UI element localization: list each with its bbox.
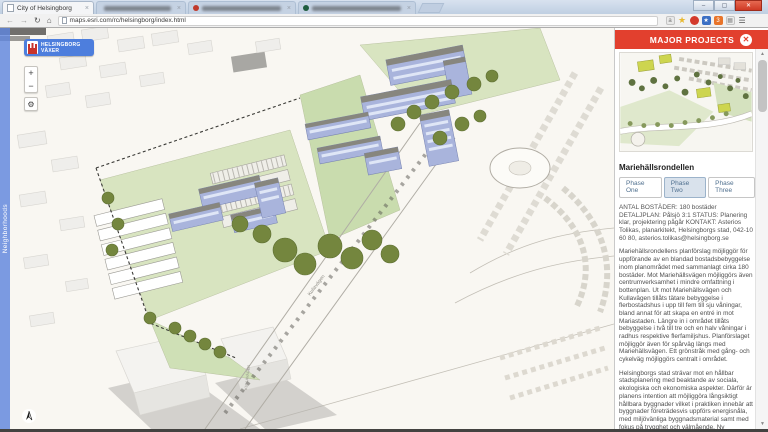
helsingborg-vaxer-logo[interactable]: HELSINGBORG VÄXER bbox=[24, 39, 94, 56]
blue-star-extension-icon[interactable]: ★ bbox=[701, 16, 711, 25]
project-info-text: ANTAL BOSTÄDER: 180 bostäder DETALJPLAN:… bbox=[619, 204, 753, 242]
page-icon bbox=[61, 17, 67, 24]
inactive-tab-2[interactable]: × bbox=[188, 1, 296, 14]
roundabout bbox=[489, 147, 551, 189]
panel-title: MAJOR PROJECTS bbox=[649, 34, 735, 45]
menu-icon[interactable]: ☰ bbox=[738, 16, 747, 25]
home-icon[interactable]: ⌂ bbox=[47, 16, 52, 25]
panel-scrollbar[interactable]: ▲ ▼ bbox=[755, 49, 768, 429]
orange-badge-extension-icon[interactable]: 3 bbox=[713, 16, 723, 25]
tab-close-icon[interactable]: × bbox=[287, 5, 291, 12]
major-projects-panel: MAJOR PROJECTS ✕ Mariehällsrondellen Pha… bbox=[614, 28, 768, 429]
tab-title: City of Helsingborg bbox=[17, 4, 72, 12]
scrollbar-thumb[interactable] bbox=[758, 60, 767, 112]
panel-body: Mariehällsrondellen Phase One Phase Two … bbox=[619, 49, 755, 429]
translate-extension-icon[interactable]: a bbox=[665, 16, 675, 25]
zoom-in-button[interactable]: + bbox=[24, 66, 38, 80]
scroll-up-icon[interactable]: ▲ bbox=[756, 51, 768, 57]
blurred-tab-text bbox=[202, 5, 281, 11]
scroll-down-icon[interactable]: ▼ bbox=[756, 421, 768, 427]
close-window-button[interactable]: ✕ bbox=[735, 0, 762, 11]
panel-close-icon[interactable]: ✕ bbox=[740, 33, 752, 46]
page-favicon bbox=[7, 4, 14, 12]
tab-phase-two[interactable]: Phase Two bbox=[663, 177, 707, 198]
red-circle-extension-icon[interactable] bbox=[689, 16, 699, 25]
project-render-thumbnail bbox=[619, 52, 753, 152]
neighborhoods-label: Neighborhoods bbox=[1, 203, 9, 254]
tab-city-of-helsingborg[interactable]: City of Helsingborg × bbox=[2, 1, 94, 14]
address-bar-row: ← → ↻ ⌂ maps.esri.com/rc/helsingborg/ind… bbox=[0, 14, 768, 28]
inactive-tab-3[interactable]: × bbox=[298, 1, 416, 14]
tab-close-icon[interactable]: × bbox=[177, 5, 181, 12]
sidebar-tab-neighborhoods[interactable]: Neighborhoods bbox=[0, 28, 10, 429]
maximize-button[interactable]: ▢ bbox=[714, 0, 735, 11]
blurred-tab-text bbox=[104, 5, 171, 11]
tab-close-icon[interactable]: × bbox=[407, 5, 411, 12]
forward-icon[interactable]: → bbox=[20, 16, 28, 25]
refresh-icon[interactable]: ↻ bbox=[34, 16, 41, 25]
window-controls: – ▢ ✕ bbox=[693, 0, 762, 11]
new-tab-button[interactable] bbox=[417, 3, 445, 13]
inactive-tab-1[interactable]: × bbox=[96, 1, 186, 14]
project-title: Mariehällsrondellen bbox=[619, 163, 695, 172]
project-paragraph-2: Helsingborgs stad strävar mot en hållbar… bbox=[619, 369, 753, 429]
compass-north-icon[interactable] bbox=[22, 409, 36, 423]
bookmark-star-icon[interactable]: ★ bbox=[678, 16, 687, 25]
tab-phase-three[interactable]: Phase Three bbox=[708, 177, 755, 198]
tab-phase-one[interactable]: Phase One bbox=[619, 177, 662, 198]
settings-gear-button[interactable]: ⚙ bbox=[24, 97, 38, 111]
browser-window: City of Helsingborg × × × × – ▢ ✕ ← → ↻ … bbox=[0, 0, 768, 432]
gray-extension-icon[interactable]: ▦ bbox=[725, 16, 735, 25]
url-field[interactable]: maps.esri.com/rc/helsingborg/index.html bbox=[57, 15, 658, 26]
map-canvas: Kullavägen KULLAVÄGEN bbox=[0, 28, 614, 429]
zoom-out-button[interactable]: − bbox=[24, 79, 38, 93]
red-dot-favicon bbox=[193, 5, 199, 11]
tab-strip: City of Helsingborg × × × × – ▢ ✕ bbox=[0, 0, 768, 14]
project-paragraph-1: Mariehällsrondellens planförslag möjligg… bbox=[619, 248, 753, 364]
back-icon[interactable]: ← bbox=[6, 16, 14, 25]
city-crest-icon bbox=[27, 41, 38, 54]
green-dot-favicon bbox=[303, 5, 309, 11]
minimize-button[interactable]: – bbox=[693, 0, 714, 11]
panel-header: MAJOR PROJECTS ✕ bbox=[615, 30, 768, 49]
blurred-tab-text bbox=[312, 5, 401, 11]
url-text: maps.esri.com/rc/helsingborg/index.html bbox=[69, 17, 186, 24]
logo-line1: HELSINGBORG bbox=[41, 41, 81, 48]
logo-line2: VÄXER bbox=[41, 47, 60, 54]
tab-close-icon[interactable]: × bbox=[85, 5, 89, 12]
phase-tabs: Phase One Phase Two Phase Three bbox=[619, 177, 755, 198]
map-viewport[interactable]: Kullavägen KULLAVÄGEN bbox=[0, 28, 614, 429]
extension-icons: a ★ ★ 3 ▦ ☰ bbox=[665, 16, 747, 25]
